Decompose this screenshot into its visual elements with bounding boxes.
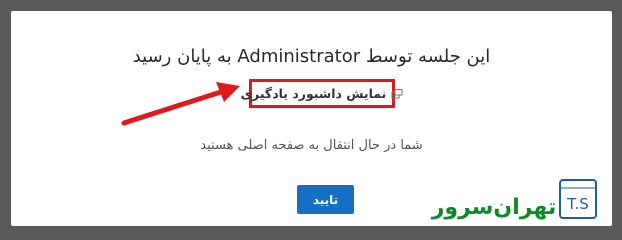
dialog-title: این جلسه توسط Administrator به پایان رسی…: [132, 46, 491, 67]
view-learning-dashboard-link[interactable]: نمایش داشبورد یادگیری: [241, 79, 403, 108]
confirm-button[interactable]: تایید: [297, 185, 354, 214]
svg-text:T.S: T.S: [566, 195, 589, 213]
external-window-icon: [391, 88, 403, 99]
redirect-info-text: شما در حال انتقال به صفحه اصلی هستید: [200, 138, 423, 153]
red-arrow-icon: [121, 82, 240, 126]
dashboard-link-label: نمایش داشبورد یادگیری: [240, 86, 387, 101]
svg-text:تهران‌سرور: تهران‌سرور: [431, 195, 556, 220]
tehran-server-logo: T.S تهران‌سرور: [431, 179, 597, 220]
